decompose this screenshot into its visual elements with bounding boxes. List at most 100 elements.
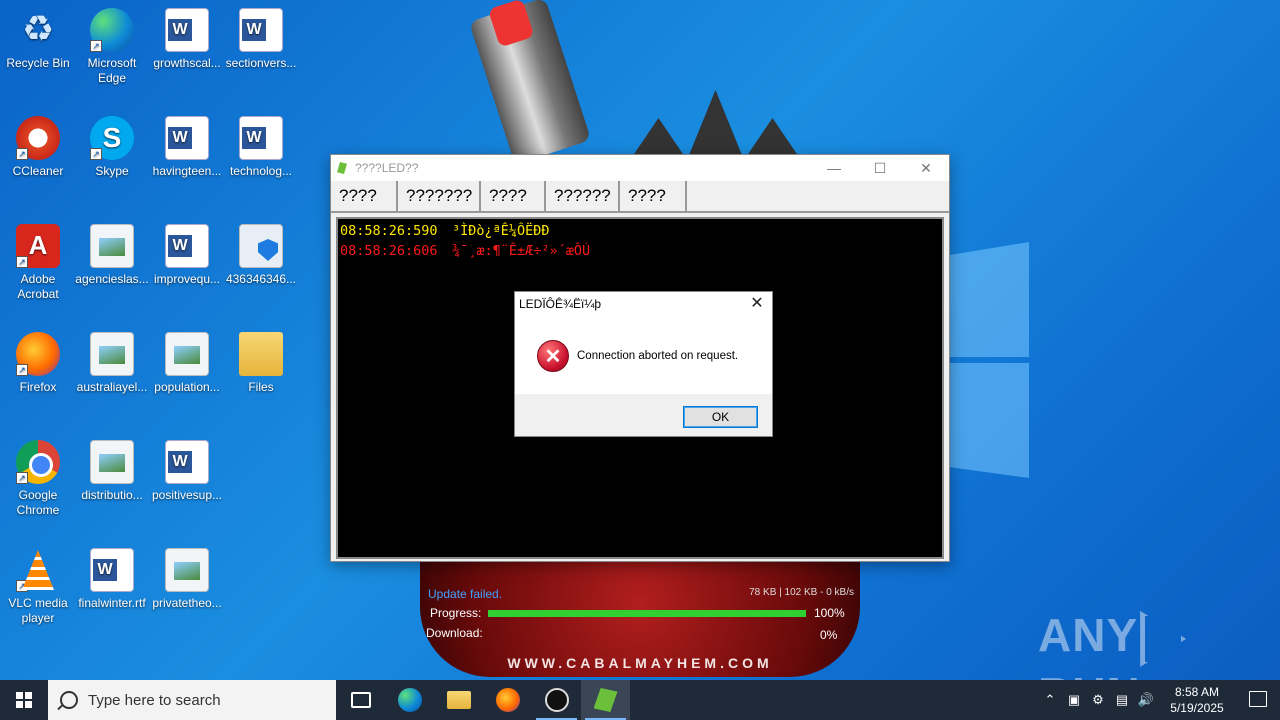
chevron-up-icon[interactable]: ⌃ <box>1038 680 1062 720</box>
desktop-icon-privatetheo[interactable]: privatetheo... <box>149 548 225 611</box>
launcher-progress-bar <box>488 610 806 617</box>
desktop-icon-agencieslas[interactable]: agencieslas... <box>74 224 150 287</box>
launcher-transfer-stats: 78 KB | 102 KB - 0 kB/s <box>749 587 854 598</box>
desktop-icon-436346346[interactable]: 436346346... <box>223 224 299 287</box>
ok-button[interactable]: OK <box>683 406 758 428</box>
taskbar-file-explorer[interactable] <box>434 680 483 720</box>
desktop-icon-havingteen[interactable]: havingteen... <box>149 116 225 179</box>
desktop-icon-australiayel[interactable]: australiayel... <box>74 332 150 395</box>
app-tab-4[interactable]: ?????? <box>546 181 620 211</box>
launcher-progress-value: 100% <box>814 606 845 620</box>
app-tab-2[interactable]: ??????? <box>398 181 481 211</box>
desktop-icon-google-chrome[interactable]: ↗ Google Chrome <box>0 440 76 518</box>
desktop-icon-vlc-media-player[interactable]: ↗ VLC media player <box>0 548 76 626</box>
tray-device-icon[interactable]: ⚙ <box>1086 680 1110 720</box>
acrobat-icon: ↗ <box>16 224 60 268</box>
desktop-icon-adobe-acrobat[interactable]: ↗ Adobe Acrobat <box>0 224 76 302</box>
dialog-close-button[interactable]: ✕ <box>742 292 772 316</box>
app-leaf-icon <box>337 162 347 174</box>
desktop-icon-microsoft-edge[interactable]: ↗ Microsoft Edge <box>74 8 150 86</box>
firefox-icon <box>495 688 520 712</box>
desktop-icon-label: Adobe Acrobat <box>17 272 59 301</box>
shortcut-arrow-icon: ↗ <box>90 148 102 160</box>
cabal-icon <box>544 688 569 712</box>
edge-icon <box>397 688 422 712</box>
windows-logo-wallpaper <box>945 242 1029 478</box>
desktop-icon-population[interactable]: population... <box>149 332 225 395</box>
minimize-button[interactable]: — <box>811 155 857 181</box>
close-button[interactable]: ✕ <box>903 155 949 181</box>
clock[interactable]: 8:58 AM 5/19/2025 <box>1158 684 1236 716</box>
desktop-icon-improvequ[interactable]: improvequ... <box>149 224 225 287</box>
desktop-icon-label: distributio... <box>81 488 143 502</box>
system-tray: ⌃ ▣ ⚙ ▤ 🔊 8:58 AM 5/19/2025 <box>1038 680 1280 720</box>
desktop-icon-label: Google Chrome <box>16 488 60 517</box>
desktop-icon-positivesup[interactable]: positivesup... <box>149 440 225 503</box>
folder-icon <box>446 691 471 709</box>
desktop-icon-label: privatetheo... <box>152 596 222 610</box>
watermark-text-left: ANY <box>1038 609 1139 661</box>
taskbar-firefox[interactable] <box>483 680 532 720</box>
launcher-status: Update failed. <box>428 587 503 601</box>
desktop-icon-label: Microsoft Edge <box>87 56 137 85</box>
anyrun-watermark: ANYRUN <box>1038 608 1238 720</box>
app-titlebar[interactable]: ????LED?? — ☐ ✕ <box>331 155 949 181</box>
edge-icon: ↗ <box>90 8 134 52</box>
app-tab-5[interactable]: ???? <box>620 181 687 211</box>
desktop-icon-ccleaner[interactable]: ↗ CCleaner <box>0 116 76 179</box>
desktop-icon-label: finalwinter.rtf <box>78 596 146 610</box>
play-icon <box>1140 610 1187 667</box>
desktop-icon-skype[interactable]: ↗ Skype <box>74 116 150 179</box>
taskbar-cabal-launcher[interactable] <box>532 680 581 720</box>
launcher-download-label: Download: <box>426 626 483 640</box>
desktop-icon-label: growthscal... <box>153 56 221 70</box>
recycle-bin-icon <box>16 8 60 52</box>
desktop-icon-files[interactable]: Files <box>223 332 299 395</box>
image-file-icon <box>90 440 134 484</box>
word-document-icon <box>165 8 209 52</box>
task-view-button[interactable] <box>336 680 385 720</box>
launcher-download-value: 0% <box>820 628 838 642</box>
firefox-icon: ↗ <box>16 332 60 376</box>
clock-time: 8:58 AM <box>1174 685 1220 699</box>
desktop-icon-sectionvers[interactable]: sectionvers... <box>223 8 299 71</box>
taskbar-led-app[interactable] <box>581 680 630 720</box>
desktop-icon-label: VLC media player <box>8 596 68 625</box>
desktop-icon-label: sectionvers... <box>225 56 297 70</box>
taskbar-search[interactable] <box>48 680 336 720</box>
image-file-icon <box>165 548 209 592</box>
tray-app-icon[interactable]: ▣ <box>1062 680 1086 720</box>
search-input[interactable] <box>88 691 318 709</box>
log-timestamp: 08:58:26:590 <box>340 223 438 239</box>
app-tab-1[interactable]: ???? <box>331 181 398 211</box>
desktop-icon-label: Files <box>248 380 274 394</box>
desktop-icon-growthscal[interactable]: growthscal... <box>149 8 225 71</box>
desktop-icon-technolog[interactable]: technolog... <box>223 116 299 179</box>
maximize-button[interactable]: ☐ <box>857 155 903 181</box>
desktop-icon-finalwinter[interactable]: finalwinter.rtf <box>74 548 150 611</box>
desktop-icon-recycle-bin[interactable]: Recycle Bin <box>0 8 76 71</box>
network-icon[interactable]: ▤ <box>1110 680 1134 720</box>
word-document-icon <box>239 8 283 52</box>
shortcut-arrow-icon: ↗ <box>16 472 28 484</box>
app-menu-tabs: ???? ??????? ???? ?????? ???? <box>331 181 949 213</box>
desktop-icon-firefox[interactable]: ↗ Firefox <box>0 332 76 395</box>
dialog-title: LEDÏÔÊ¾Ëï¼þ <box>519 297 602 311</box>
taskbar-edge[interactable] <box>385 680 434 720</box>
shortcut-arrow-icon: ↗ <box>90 40 102 52</box>
clock-date: 5/19/2025 <box>1170 701 1224 715</box>
desktop-icon-label: australiayel... <box>76 380 148 394</box>
app-title: ????LED?? <box>355 161 419 175</box>
desktop-icon-label: Skype <box>95 164 129 178</box>
image-file-icon <box>90 332 134 376</box>
dialog-message: Connection aborted on request. <box>577 350 739 362</box>
start-button[interactable] <box>0 680 48 720</box>
shortcut-arrow-icon: ↗ <box>16 148 28 160</box>
launcher-progress-fill <box>488 610 806 617</box>
launcher-art-spikes <box>630 90 801 160</box>
volume-icon[interactable]: 🔊 <box>1134 680 1158 720</box>
desktop-icon-label: 436346346... <box>225 272 297 286</box>
desktop-icon-distributio[interactable]: distributio... <box>74 440 150 503</box>
notification-center-icon[interactable] <box>1236 680 1280 720</box>
app-tab-3[interactable]: ???? <box>481 181 546 211</box>
